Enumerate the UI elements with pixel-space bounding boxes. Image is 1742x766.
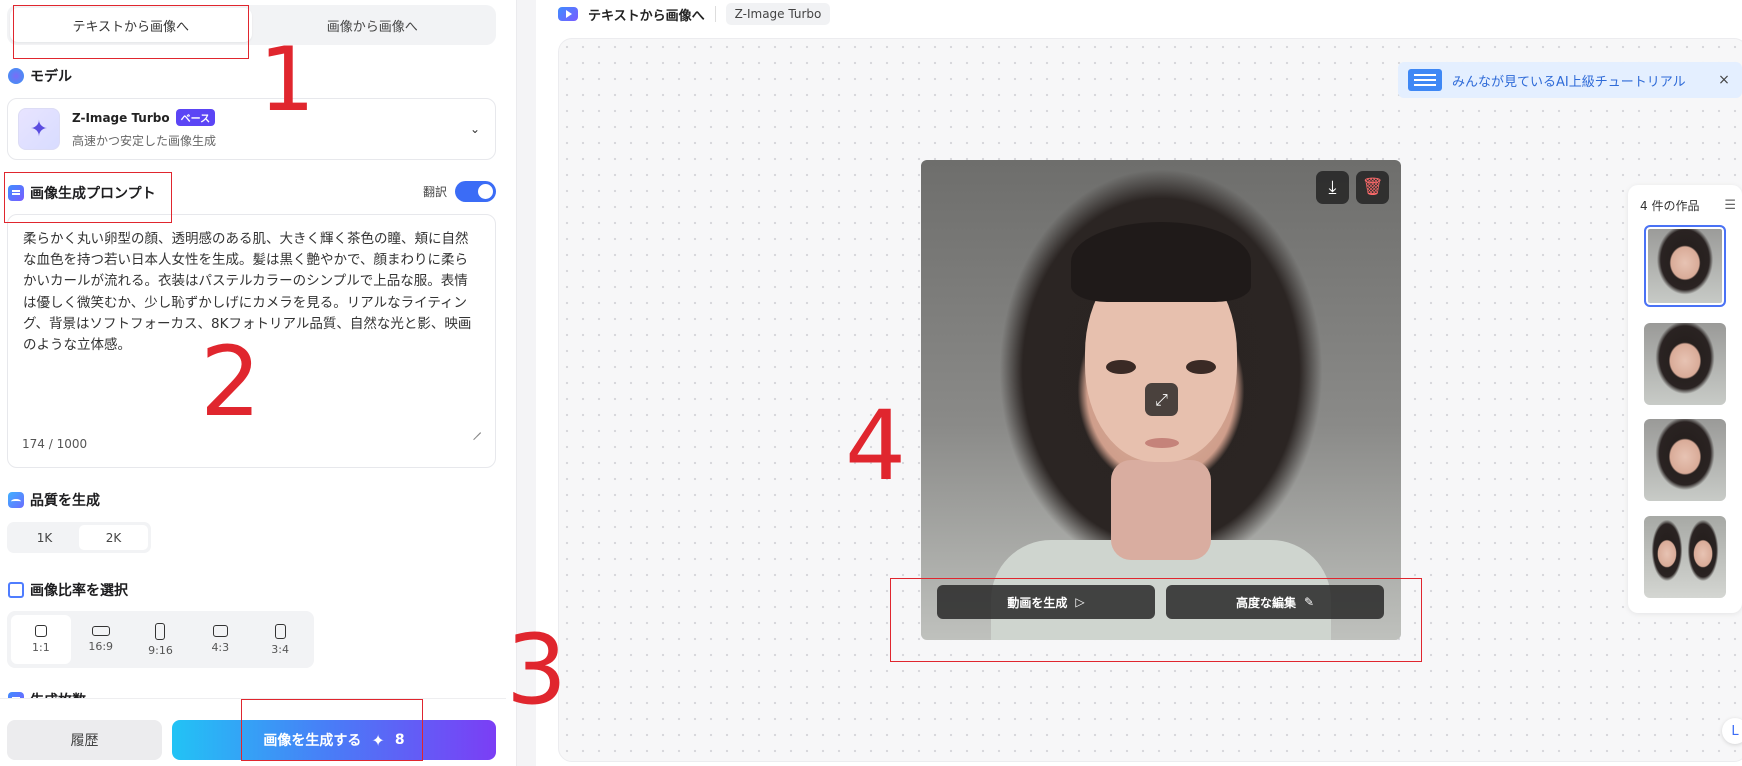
gallery-thumbnail[interactable] <box>1644 225 1726 307</box>
help-icon[interactable]: L <box>1722 718 1742 744</box>
landscape-shape-icon <box>212 625 228 637</box>
annotation-number-4: 4 <box>845 390 907 502</box>
quality-option-1k[interactable]: 1K <box>10 525 79 550</box>
workspace-header: テキストから画像へ Z-Image Turbo <box>558 0 831 28</box>
ratio-label: 3:4 <box>271 642 289 656</box>
annotation-box-2 <box>4 172 172 223</box>
portrait-shape-icon <box>155 622 166 640</box>
ratio-selector: 1:1 16:9 9:16 4:3 3:4 <box>7 611 314 668</box>
ratio-option-9-16[interactable]: 9:16 <box>131 615 191 664</box>
image-neck <box>1111 460 1211 560</box>
model-description: 高速かつ安定した画像生成 <box>72 134 217 148</box>
history-button[interactable]: 履歴 <box>7 720 162 760</box>
tutorial-banner[interactable]: みんなが見ているAI上級チュートリアル × <box>1398 62 1742 98</box>
translate-toggle[interactable] <box>455 181 497 202</box>
gallery-title: 4 件の作品 <box>1640 199 1700 213</box>
ratio-icon <box>8 582 24 598</box>
close-icon[interactable]: × <box>1716 72 1732 88</box>
video-icon <box>558 7 578 21</box>
square-shape-icon <box>34 625 47 637</box>
trash-icon[interactable]: 🗑 <box>1356 171 1389 204</box>
ratio-label: 1:1 <box>32 641 50 654</box>
ratio-label: 16:9 <box>88 640 114 653</box>
header-divider <box>714 6 716 22</box>
quality-selector: 1K 2K <box>7 522 151 553</box>
gallery-header: 4 件の作品 ☰ <box>1640 197 1736 214</box>
annotation-number-1: 1 <box>259 28 315 131</box>
resize-handle-icon[interactable] <box>471 423 481 433</box>
download-icon[interactable]: ⤓ <box>1316 171 1349 204</box>
quality-section-label: 品質を生成 <box>30 493 100 509</box>
expand-icon[interactable]: ⤢ <box>1145 383 1178 416</box>
image-lips <box>1145 438 1179 448</box>
annotation-box-1 <box>13 5 249 59</box>
annotation-number-2: 2 <box>200 326 262 438</box>
model-badge: ベース <box>175 109 216 126</box>
model-chip: Z-Image Turbo <box>725 3 831 25</box>
image-eye <box>1106 360 1136 374</box>
model-logo-icon: ✦ <box>18 108 60 150</box>
annotation-box-3 <box>241 699 423 761</box>
gallery-thumbnail[interactable] <box>1644 419 1726 501</box>
quality-icon <box>8 492 24 508</box>
gallery-thumbnail[interactable] <box>1644 516 1726 598</box>
ratio-label: 4:3 <box>211 641 230 654</box>
annotation-number-3: 3 <box>506 614 568 726</box>
workspace-title: テキストから画像へ <box>588 8 705 24</box>
tutorial-text[interactable]: みんなが見ているAI上級チュートリアル <box>1452 71 1706 90</box>
quality-section-title: 品質を生成 <box>8 490 100 510</box>
image-hair <box>1071 222 1251 302</box>
gallery-thumbnail[interactable] <box>1644 323 1726 405</box>
ratio-section-label: 画像比率を選択 <box>30 583 128 599</box>
chevron-down-icon[interactable]: ⌄ <box>465 119 485 139</box>
ratio-option-3-4[interactable]: 3:4 <box>250 615 310 664</box>
ratio-option-1-1[interactable]: 1:1 <box>11 615 71 664</box>
model-selector[interactable]: ✦ Z-Image Turbo ベース 高速かつ安定した画像生成 ⌄ <box>7 98 496 160</box>
annotation-box-4 <box>890 578 1422 662</box>
app-root: テキストから画像へ 画像から画像へ モデル ✦ Z-Image Turbo ベー… <box>0 0 1742 766</box>
works-gallery: 4 件の作品 ☰ <box>1628 185 1742 613</box>
ratio-section-title: 画像比率を選択 <box>8 580 128 600</box>
model-name: Z-Image Turbo <box>72 110 170 125</box>
translate-label: 翻訳 <box>423 185 448 199</box>
model-section-label: モデル <box>30 69 72 85</box>
ratio-label: 9:16 <box>148 643 173 657</box>
quality-option-2k[interactable]: 2K <box>79 525 148 550</box>
model-section-title: モデル <box>8 66 72 86</box>
landscape-shape-icon <box>91 626 110 636</box>
list-icon[interactable]: ☰ <box>1724 198 1736 213</box>
ratio-option-4-3[interactable]: 4:3 <box>190 615 250 664</box>
portrait-shape-icon <box>274 623 286 639</box>
model-icon <box>8 68 24 84</box>
ratio-option-16-9[interactable]: 16:9 <box>71 615 131 664</box>
prompt-char-counter: 174 / 1000 <box>22 437 88 451</box>
translate-control: 翻訳 <box>423 181 497 202</box>
tutorial-icon <box>1408 69 1442 91</box>
image-eye <box>1186 360 1216 374</box>
